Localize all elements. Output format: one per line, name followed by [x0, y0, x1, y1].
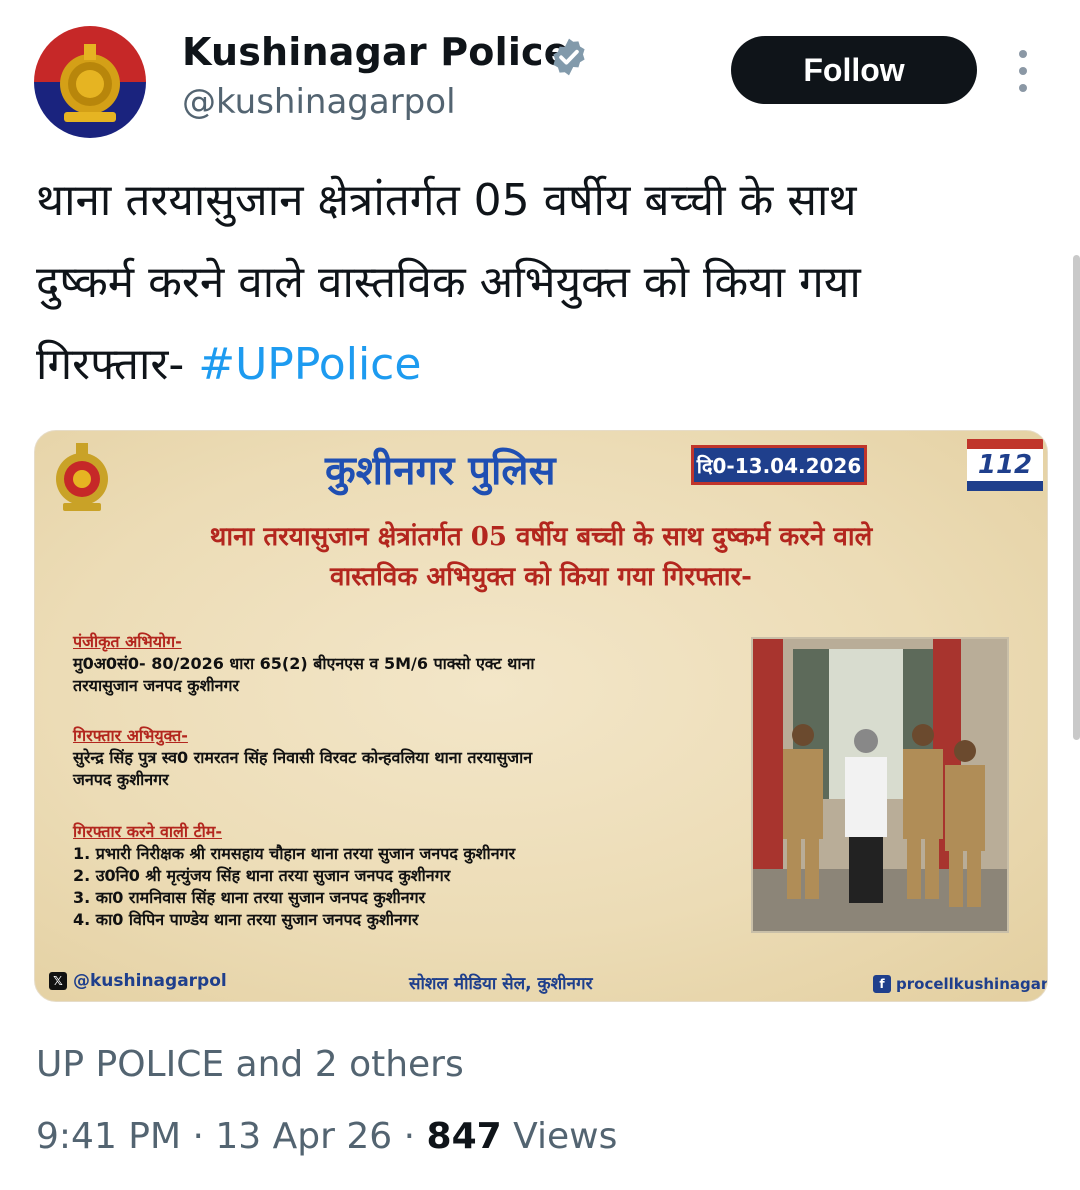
case-section: पंजीकृत अभियोग- मु0अ0सं0- 80/2026 धारा 6…	[73, 631, 535, 697]
x-logo-icon: 𝕏	[49, 972, 67, 990]
accused-line: जनपद कुशीनगर	[73, 770, 169, 789]
tweet-line: थाना तरयासुजान क्षेत्रांतर्गत 05 वर्षीय …	[36, 175, 857, 226]
poster-heading: थाना तरयासुजान क्षेत्रांतर्गत 05 वर्षीय …	[209, 522, 873, 552]
team-line: 1. प्रभारी निरीक्षक श्री रामसहाय चौहान थ…	[73, 844, 516, 863]
arrest-photo	[751, 637, 1009, 933]
case-line: तरयासुजान जनपद कुशीनगर	[73, 676, 240, 695]
team-line: 2. उ0नि0 श्री मृत्युंजय सिंह थाना तरया स…	[73, 866, 451, 885]
poster-facebook: f procellkushinagar	[873, 975, 1048, 993]
accused-section: गिरफ्तार अभियुक्त- सुरेन्द्र सिंह पुत्र …	[73, 725, 532, 791]
accused-line: सुरेन्द्र सिंह पुत्र स्व0 रामरतन सिंह नि…	[73, 748, 533, 767]
dial-112-logo: 112	[967, 439, 1043, 491]
police-emblem-icon	[34, 26, 146, 138]
poster-facebook-text: procellkushinagar	[896, 975, 1048, 993]
hashtag-link[interactable]: #UPPolice	[198, 339, 421, 390]
verified-badge-icon	[553, 38, 585, 76]
team-section: गिरफ्तार करने वाली टीम- 1. प्रभारी निरीक…	[73, 821, 515, 931]
team-line: 4. का0 विपिन पाण्डेय थाना तरया सुजान जनप…	[73, 910, 419, 929]
facebook-icon: f	[873, 975, 891, 993]
team-line: 3. का0 रामनिवास सिंह थाना तरया सुजान जनप…	[73, 888, 426, 907]
tweet-line: दुष्कर्म करने वाले वास्तविक अभियुक्त को …	[36, 257, 861, 308]
avatar[interactable]	[34, 26, 146, 138]
views-count: 847	[426, 1116, 502, 1157]
tweet-date[interactable]: 13 Apr 26	[215, 1116, 392, 1157]
display-name[interactable]: Kushinagar Police	[182, 30, 570, 74]
dial-112-number: 112	[977, 450, 1033, 480]
tweet-time[interactable]: 9:41 PM	[36, 1116, 181, 1157]
liked-by[interactable]: UP POLICE and 2 others	[36, 1044, 464, 1085]
tweet-image[interactable]: कुशीनगर पुलिस दि0-13.04.2026 112 थाना तर…	[34, 430, 1048, 1002]
scrollbar[interactable]	[1073, 255, 1080, 740]
poster-title: कुशीनगर पुलिस	[325, 447, 556, 494]
follow-button[interactable]: Follow	[731, 36, 977, 104]
tweet-line: गिरफ्तार- #UPPolice	[36, 339, 422, 390]
handle[interactable]: @kushinagarpol	[182, 82, 456, 122]
views-label: Views	[513, 1116, 618, 1157]
team-label: गिरफ्तार करने वाली टीम-	[73, 822, 222, 841]
tweet-text: थाना तरयासुजान क्षेत्रांतर्गत 05 वर्षीय …	[36, 160, 1026, 406]
poster-heading: वास्तविक अभियुक्त को किया गया गिरफ्तार-	[330, 562, 752, 592]
poster-handle: 𝕏 @kushinagarpol	[49, 971, 227, 991]
police-emblem-icon	[56, 443, 108, 511]
more-options-icon[interactable]	[1010, 50, 1036, 92]
case-label: पंजीकृत अभियोग-	[73, 632, 182, 651]
poster-handle-text: @kushinagarpol	[73, 971, 227, 991]
case-line: मु0अ0सं0- 80/2026 धारा 65(2) बीएनएस व 5M…	[73, 654, 535, 673]
tweet-meta: 9:41 PM · 13 Apr 26 · 847 Views	[36, 1116, 618, 1157]
poster-footer-center: सोशल मीडिया सेल, कुशीनगर	[409, 974, 593, 994]
accused-label: गिरफ्तार अभियुक्त-	[73, 726, 188, 745]
poster-date: दि0-13.04.2026	[691, 445, 867, 485]
